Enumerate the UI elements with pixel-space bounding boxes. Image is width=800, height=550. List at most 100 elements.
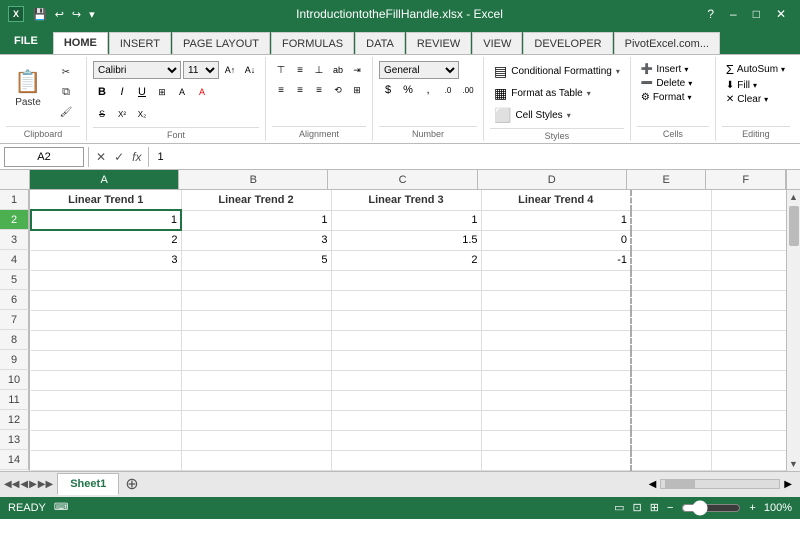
cell-3-A[interactable]: 2 <box>31 230 181 250</box>
bold-button[interactable]: B <box>93 83 111 101</box>
cell-3-C[interactable]: 1.5 <box>331 230 481 250</box>
cell-6-B[interactable] <box>181 290 331 310</box>
format-painter-button[interactable]: 🖌 <box>52 103 80 121</box>
prev-sheet-button[interactable]: ◀ <box>20 479 28 490</box>
cell-5-D[interactable] <box>481 270 631 290</box>
row-header-3[interactable]: 3 <box>0 230 29 250</box>
align-center-button[interactable]: ≡ <box>291 81 309 99</box>
row-header-7[interactable]: 7 <box>0 310 29 330</box>
tab-formulas[interactable]: FORMULAS <box>271 32 354 54</box>
cell-6-A[interactable] <box>31 290 181 310</box>
col-header-d[interactable]: D <box>478 170 627 190</box>
cell-9-C[interactable] <box>331 350 481 370</box>
font-name-select[interactable]: Calibri <box>93 61 181 79</box>
cell-10-C[interactable] <box>331 370 481 390</box>
cell-5-F[interactable] <box>711 270 786 290</box>
tab-developer[interactable]: DEVELOPER <box>523 32 612 54</box>
cancel-formula-button[interactable]: ✕ <box>93 150 109 164</box>
cell-10-A[interactable] <box>31 370 181 390</box>
row-header-6[interactable]: 6 <box>0 290 29 310</box>
cell-1-A[interactable]: Linear Trend 1 <box>31 190 181 210</box>
cell-6-C[interactable] <box>331 290 481 310</box>
sheet-tab-sheet1[interactable]: Sheet1 <box>57 473 119 495</box>
next-sheet-button[interactable]: ▶ <box>29 479 37 490</box>
cell-12-D[interactable] <box>481 410 631 430</box>
tab-insert[interactable]: INSERT <box>109 32 171 54</box>
h-scroll-thumb[interactable] <box>665 480 695 488</box>
cell-7-B[interactable] <box>181 310 331 330</box>
col-header-b[interactable]: B <box>179 170 328 190</box>
insert-button[interactable]: ➕ Insert ▾ <box>637 63 696 76</box>
row-header-4[interactable]: 4 <box>0 250 29 270</box>
increase-decimal-button[interactable]: .0 <box>439 81 457 99</box>
tab-page-layout[interactable]: PAGE LAYOUT <box>172 32 270 54</box>
row-header-1[interactable]: 1 <box>0 190 29 210</box>
row-header-13[interactable]: 13 <box>0 430 29 450</box>
redo-button[interactable]: ↪ <box>69 7 84 22</box>
col-header-e[interactable]: E <box>627 170 707 190</box>
row-header-2[interactable]: 2 <box>0 210 29 230</box>
tab-home[interactable]: HOME <box>53 32 108 54</box>
cell-4-D[interactable]: -1 <box>481 250 631 270</box>
delete-button[interactable]: ➖ Delete ▾ <box>637 77 696 90</box>
cell-9-E[interactable] <box>631 350 711 370</box>
cell-4-A[interactable]: 3 <box>31 250 181 270</box>
subscript-button[interactable]: X₂ <box>133 105 151 123</box>
merge-button[interactable]: ⊞ <box>348 81 366 99</box>
tab-view[interactable]: VIEW <box>472 32 522 54</box>
superscript-button[interactable]: X² <box>113 105 131 123</box>
row-header-9[interactable]: 9 <box>0 350 29 370</box>
cell-12-F[interactable] <box>711 410 786 430</box>
row-header-8[interactable]: 8 <box>0 330 29 350</box>
insert-function-button[interactable]: fx <box>129 150 144 164</box>
cell-9-B[interactable] <box>181 350 331 370</box>
view-break-button[interactable]: ⊞ <box>650 501 659 514</box>
strikethrough-button[interactable]: S <box>93 105 111 123</box>
cell-10-F[interactable] <box>711 370 786 390</box>
col-header-f[interactable]: F <box>706 170 786 190</box>
view-normal-button[interactable]: ▭ <box>614 501 624 514</box>
orientation-button[interactable]: ab <box>329 61 347 79</box>
align-top-button[interactable]: ⊤ <box>272 61 290 79</box>
align-left-button[interactable]: ≡ <box>272 81 290 99</box>
row-header-12[interactable]: 12 <box>0 410 29 430</box>
cell-4-E[interactable] <box>631 250 711 270</box>
cell-styles-button[interactable]: ⬜ Cell Styles ▾ <box>490 105 624 126</box>
cell-7-A[interactable] <box>31 310 181 330</box>
row-header-10[interactable]: 10 <box>0 370 29 390</box>
undo-button[interactable]: ↩ <box>52 7 67 22</box>
cell-8-E[interactable] <box>631 330 711 350</box>
cell-3-B[interactable]: 3 <box>181 230 331 250</box>
cut-button[interactable]: ✂ <box>52 63 80 81</box>
scroll-track[interactable] <box>787 204 800 457</box>
number-format-select[interactable]: General <box>379 61 459 79</box>
zoom-in-button[interactable]: + <box>749 502 755 514</box>
cell-2-E[interactable] <box>631 210 711 230</box>
border-button[interactable]: ⊞ <box>153 83 171 101</box>
cell-14-B[interactable] <box>181 450 331 470</box>
accounting-format-button[interactable]: $ <box>379 81 397 99</box>
tab-pivotexcel[interactable]: PivotExcel.com... <box>614 32 720 54</box>
italic-button[interactable]: I <box>113 83 131 101</box>
row-header-11[interactable]: 11 <box>0 390 29 410</box>
cell-12-A[interactable] <box>31 410 181 430</box>
cell-12-B[interactable] <box>181 410 331 430</box>
cell-9-D[interactable] <box>481 350 631 370</box>
cell-6-F[interactable] <box>711 290 786 310</box>
cell-11-E[interactable] <box>631 390 711 410</box>
cell-9-F[interactable] <box>711 350 786 370</box>
cell-14-A[interactable] <box>31 450 181 470</box>
cell-7-D[interactable] <box>481 310 631 330</box>
cell-2-D[interactable]: 1 <box>481 210 631 230</box>
tab-data[interactable]: DATA <box>355 32 405 54</box>
cell-3-E[interactable] <box>631 230 711 250</box>
cell-7-E[interactable] <box>631 310 711 330</box>
percent-button[interactable]: % <box>399 81 417 99</box>
scroll-down-button[interactable]: ▼ <box>787 457 800 471</box>
cell-14-E[interactable] <box>631 450 711 470</box>
zoom-out-button[interactable]: − <box>667 502 673 514</box>
scroll-left-button[interactable]: ◀ <box>649 479 657 490</box>
cell-8-F[interactable] <box>711 330 786 350</box>
cell-10-D[interactable] <box>481 370 631 390</box>
cell-3-D[interactable]: 0 <box>481 230 631 250</box>
